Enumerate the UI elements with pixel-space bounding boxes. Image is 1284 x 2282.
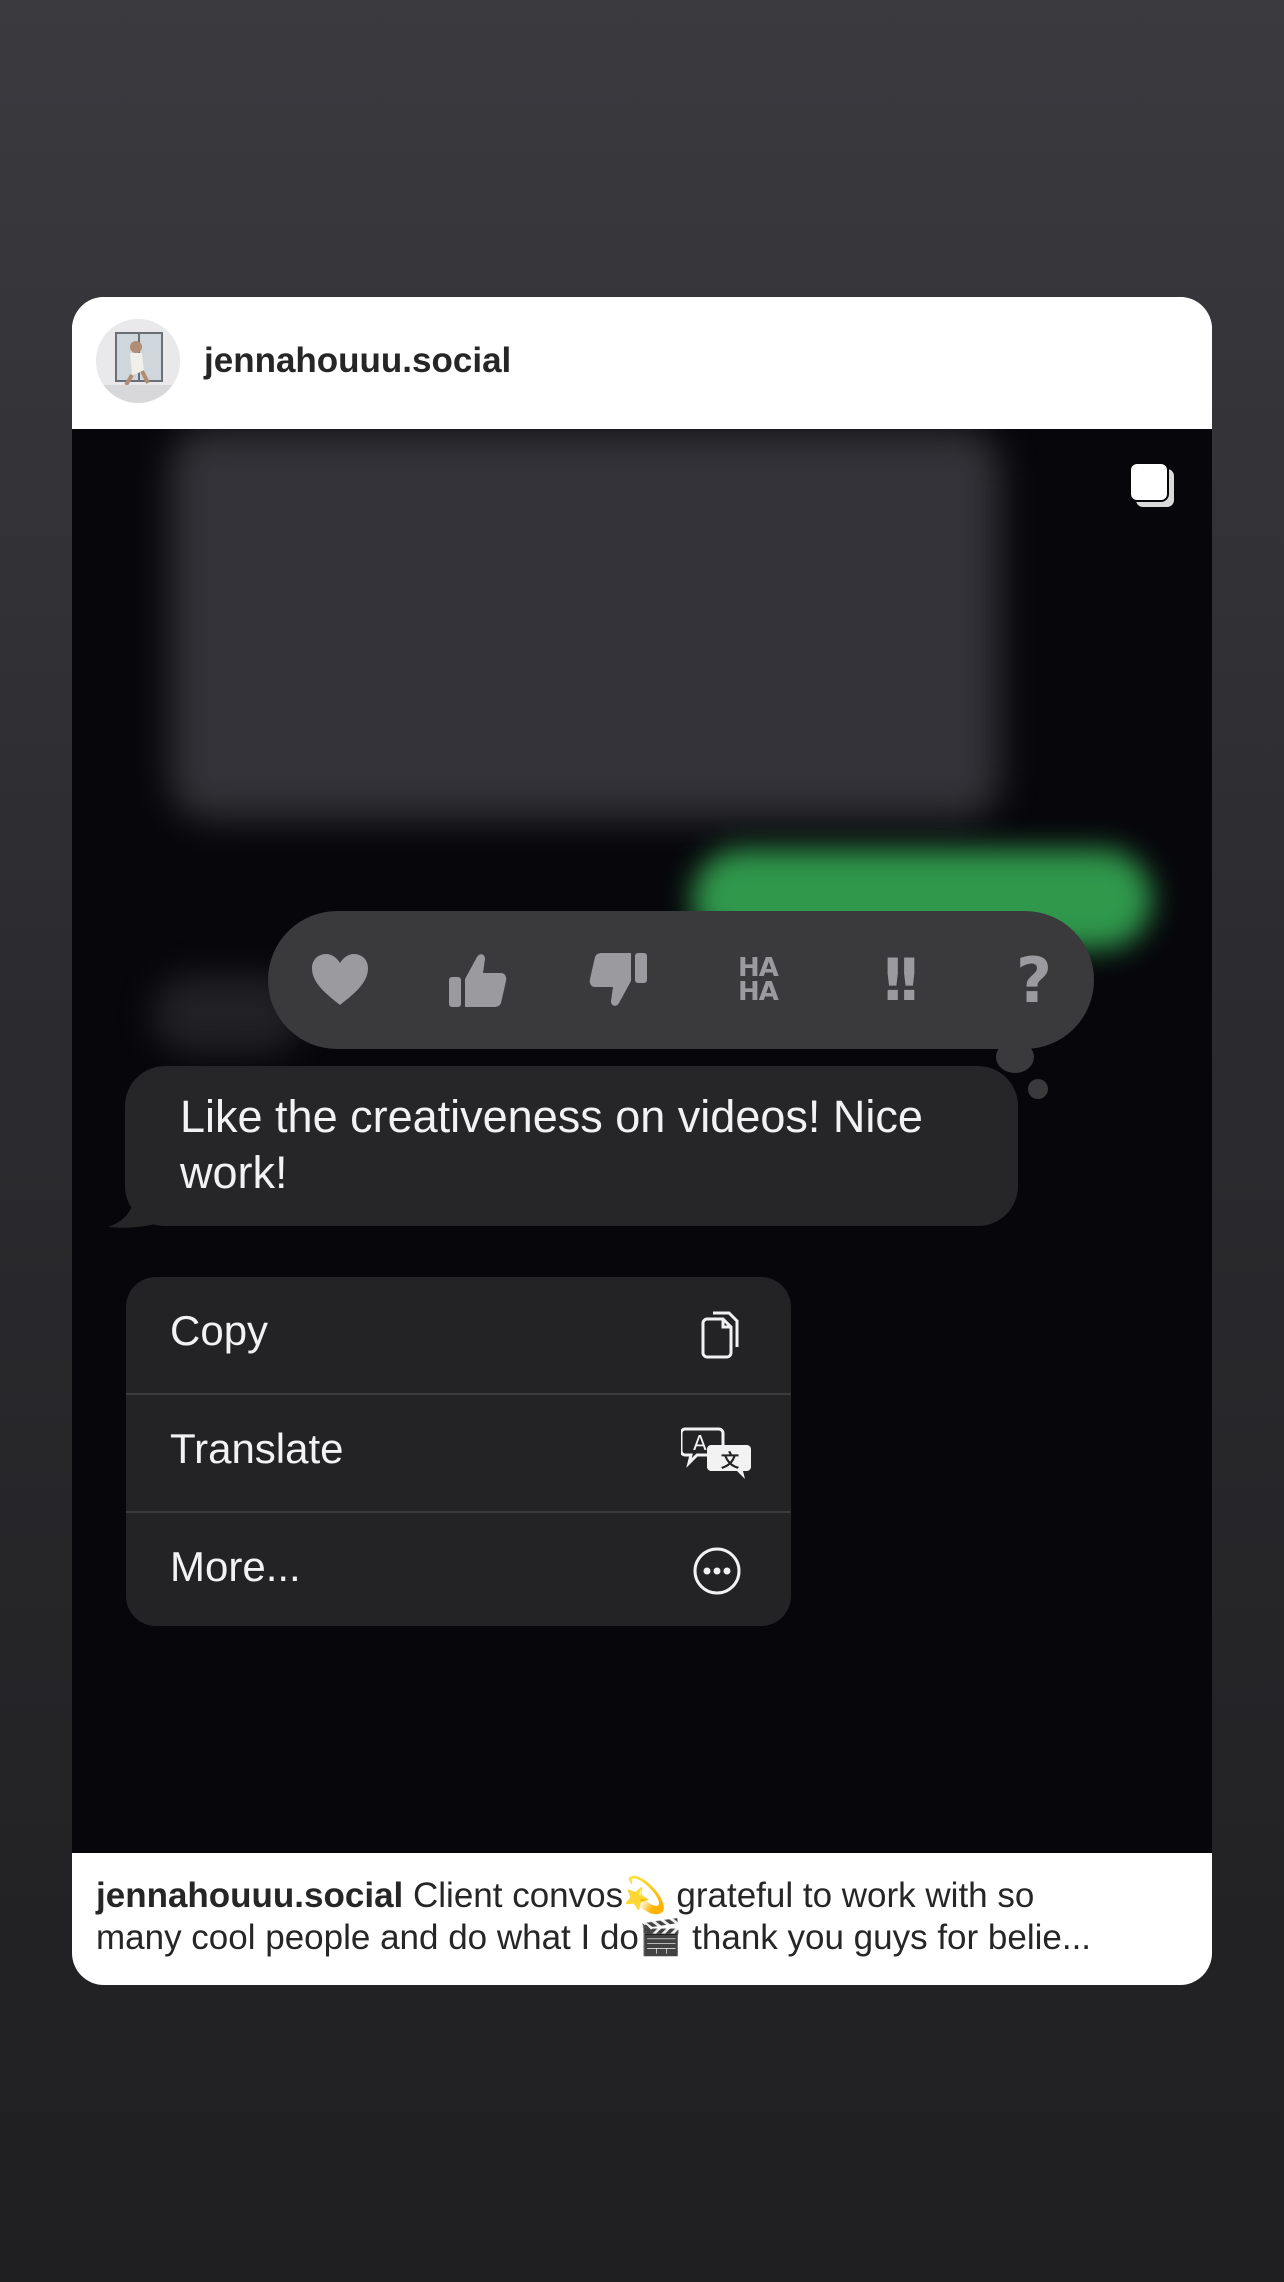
emphasize-text: !! xyxy=(879,946,923,1014)
context-menu: Copy Translate A 文 More... xyxy=(126,1277,791,1626)
thumbs-down-icon[interactable] xyxy=(578,943,658,1017)
caption-text-line2[interactable]: many cool people and do what I do🎬 thank… xyxy=(96,1917,1188,1959)
thumbs-up-icon[interactable] xyxy=(438,943,518,1017)
menu-item-label: More... xyxy=(170,1543,301,1590)
menu-item-label: Copy xyxy=(170,1307,269,1354)
caption-username[interactable]: jennahouuu.social xyxy=(96,1876,403,1915)
copy-icon xyxy=(701,1311,739,1359)
svg-text:A: A xyxy=(693,1431,707,1455)
haha-bottom-text: HA xyxy=(738,977,779,1007)
tapback-tail-small xyxy=(1028,1079,1048,1099)
tapback-tail-large xyxy=(996,1041,1034,1073)
message-text: Like the creativeness on videos! Nice wo… xyxy=(180,1091,923,1198)
blurred-message-block xyxy=(170,429,1000,819)
post-caption: jennahouuu.social Client convos💫 gratefu… xyxy=(96,1875,1188,1959)
heart-icon[interactable] xyxy=(300,943,380,1017)
post-username[interactable]: jennahouuu.social xyxy=(204,341,511,381)
haha-icon[interactable]: HA HA xyxy=(718,943,798,1017)
carousel-icon xyxy=(1129,462,1174,507)
translate-icon: A 文 xyxy=(681,1427,751,1479)
tapback-bar: HA HA !! ? xyxy=(268,911,1094,1049)
question-icon[interactable]: ? xyxy=(994,943,1074,1017)
post-media: HA HA !! ? Like the creativeness on vide… xyxy=(72,429,1212,1853)
svg-text:文: 文 xyxy=(721,1450,740,1472)
more-icon xyxy=(693,1547,741,1595)
emphasize-icon[interactable]: !! xyxy=(856,943,936,1017)
avatar[interactable] xyxy=(96,319,180,403)
menu-item-copy[interactable]: Copy xyxy=(126,1277,791,1393)
post-header: jennahouuu.social xyxy=(72,297,1212,429)
menu-item-more[interactable]: More... xyxy=(126,1513,791,1626)
post-card: jennahouuu.social HA HA !! ? Like the cr… xyxy=(72,297,1212,1985)
caption-text-line1: Client convos💫 grateful to work with so xyxy=(403,1876,1035,1915)
question-text: ? xyxy=(1016,943,1052,1017)
menu-item-translate[interactable]: Translate A 文 xyxy=(126,1395,791,1511)
menu-item-label: Translate xyxy=(170,1425,344,1472)
